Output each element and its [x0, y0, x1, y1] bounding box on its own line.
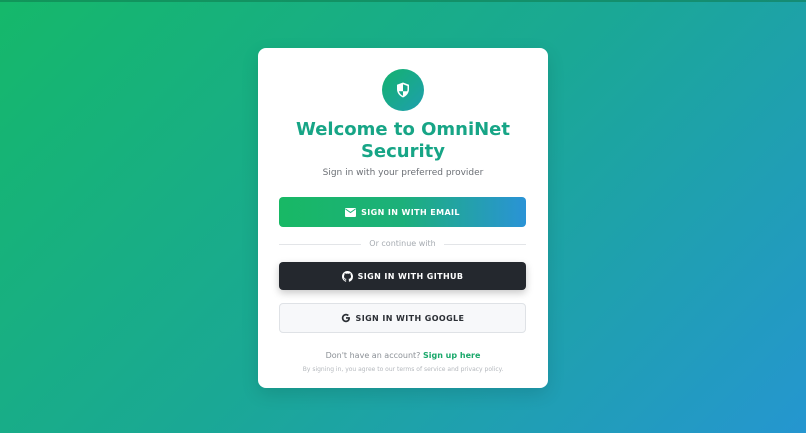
sign-in-google-label: SIGN IN WITH GOOGLE	[355, 313, 465, 323]
login-card: Welcome to OmniNet Security Sign in with…	[258, 48, 548, 388]
sign-in-email-button[interactable]: SIGN IN WITH EMAIL	[279, 197, 526, 227]
logo-badge	[382, 69, 424, 111]
page-subtitle: Sign in with your preferred provider	[322, 168, 484, 178]
sign-in-github-label: SIGN IN WITH GITHUB	[357, 271, 464, 281]
terms-notice: By signing in, you agree to our terms of…	[302, 366, 504, 373]
mail-icon	[345, 207, 357, 217]
divider-line-right	[444, 244, 526, 245]
google-icon	[341, 313, 351, 323]
sign-in-github-button[interactable]: SIGN IN WITH GITHUB	[279, 262, 526, 290]
sign-up-link[interactable]: Sign up here	[423, 351, 480, 360]
signup-prompt-row: Don't have an account? Sign up here	[258, 351, 548, 360]
divider: Or continue with	[279, 238, 526, 250]
sign-in-email-label: SIGN IN WITH EMAIL	[361, 207, 460, 217]
signup-prompt-text: Don't have an account?	[325, 351, 421, 360]
sign-in-google-button[interactable]: SIGN IN WITH GOOGLE	[279, 303, 526, 333]
top-border	[0, 0, 806, 2]
shield-icon	[397, 82, 409, 98]
page-title: Welcome to OmniNet Security	[295, 119, 510, 162]
github-icon	[341, 270, 353, 282]
